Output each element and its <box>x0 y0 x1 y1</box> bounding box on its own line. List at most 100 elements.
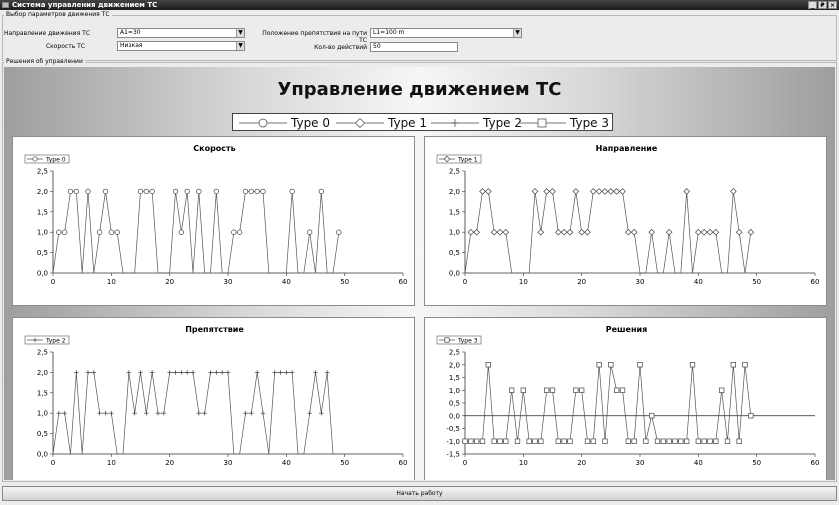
y-tick-label: 1,5 <box>449 374 460 382</box>
data-point <box>479 188 486 195</box>
data-point <box>543 188 550 195</box>
data-point <box>143 188 149 195</box>
data-point <box>138 370 143 375</box>
data-point <box>613 188 620 195</box>
data-point <box>184 188 190 195</box>
data-point <box>707 438 713 444</box>
data-point <box>324 370 330 375</box>
obstacle-select[interactable]: L1=100 m ▼ <box>370 28 522 38</box>
legend-label: Type 1 <box>387 116 427 130</box>
data-point <box>706 228 714 236</box>
data-point <box>566 228 574 236</box>
data-point <box>178 229 184 235</box>
direction-label: Направление движения ТС <box>4 30 90 37</box>
data-point <box>730 362 736 368</box>
data-point <box>97 229 103 235</box>
data-point <box>596 362 602 368</box>
x-tick-label: 40 <box>282 278 291 286</box>
decisions-group-title: Решения об управлении <box>4 58 85 65</box>
chevron-down-icon[interactable]: ▼ <box>236 42 244 50</box>
data-point <box>242 188 249 195</box>
chart-panel-obstacle: Препятствие Type 2 0,0 0,5 1,0 1,5 2,0 2,5 0 10 2… <box>12 317 415 480</box>
data-point <box>625 228 632 236</box>
data-point <box>102 188 109 195</box>
chart-speed: Type 0 0,0 0,5 1,0 1,5 2,0 2,5 0 10 20 30 40 50 60 <box>24 154 407 286</box>
close-button[interactable]: × <box>828 1 837 9</box>
y-tick-label: 0,0 <box>37 270 48 278</box>
data-point <box>712 228 720 236</box>
y-tick-label: 0,5 <box>449 249 460 257</box>
data-point <box>254 370 260 375</box>
chevron-down-icon[interactable]: ▼ <box>513 29 521 37</box>
chart-area: Управление движением ТС Type 0 Type 1 Type… <box>4 67 835 480</box>
data-point <box>683 188 690 195</box>
main-legend: Type 0 Type 1 Type 2 Type 3 <box>232 113 613 131</box>
data-point <box>496 228 504 236</box>
legend-label: Type 3 <box>569 116 609 130</box>
data-point <box>225 370 231 375</box>
data-point <box>637 362 643 368</box>
data-point <box>538 438 544 444</box>
data-point <box>742 362 748 368</box>
data-point <box>503 438 509 444</box>
y-tick-label: 2,0 <box>37 188 48 196</box>
data-point <box>108 229 114 235</box>
data-point <box>109 410 114 416</box>
data-point <box>630 228 638 236</box>
count-label: Кол-во действий <box>314 44 367 51</box>
data-point <box>666 438 672 444</box>
params-group <box>2 15 837 61</box>
data-point <box>537 228 545 236</box>
data-point <box>56 229 62 235</box>
y-tick-label: 1,0 <box>449 229 460 237</box>
x-tick-label: 30 <box>636 278 645 286</box>
data-point <box>649 413 655 419</box>
y-tick-label: 2,5 <box>449 168 460 176</box>
y-tick-label: -1,5 <box>446 451 460 459</box>
data-point <box>520 387 526 393</box>
data-point <box>91 370 97 375</box>
data-point <box>184 370 190 375</box>
data-point <box>625 438 631 444</box>
start-button[interactable]: Начать работу <box>2 486 837 501</box>
restore-button[interactable]: ₽ <box>818 1 827 9</box>
params-group-title: Выбор параметров движения ТС <box>4 11 112 18</box>
x-tick-label: 10 <box>107 459 116 467</box>
direction-select[interactable]: A1=30 ▼ <box>117 28 245 38</box>
count-input[interactable]: 50 <box>370 42 458 52</box>
data-point <box>531 188 539 195</box>
obstacle-label: Положение препятствия на пути ТС <box>262 30 367 44</box>
window-title: Система управления движением ТС <box>12 1 158 9</box>
data-point <box>336 229 342 235</box>
data-point <box>648 228 655 236</box>
data-point <box>62 229 68 235</box>
legend-marker-square <box>537 118 547 128</box>
data-point <box>126 370 132 375</box>
chevron-down-icon[interactable]: ▼ <box>236 29 244 37</box>
data-point <box>578 228 585 236</box>
data-point <box>149 370 155 375</box>
speed-select[interactable]: Низкая ▼ <box>117 41 245 51</box>
data-point <box>572 188 580 195</box>
data-point <box>272 370 277 375</box>
minimize-button[interactable]: _ <box>808 1 817 9</box>
data-point <box>514 438 521 444</box>
data-point <box>468 438 474 444</box>
y-tick-label: 2,5 <box>449 349 460 357</box>
data-point <box>85 188 91 195</box>
data-point <box>179 370 184 375</box>
x-tick-label: 40 <box>694 459 703 467</box>
data-point <box>619 387 626 393</box>
data-point <box>579 387 585 393</box>
data-point <box>155 410 161 416</box>
data-point <box>62 410 67 416</box>
chart-direction: Type 1 0,0 0,5 1,0 1,5 2,0 2,5 0 10 20 30 40 50 60 <box>436 154 819 286</box>
data-point <box>730 188 737 195</box>
data-point <box>497 438 503 444</box>
data-point <box>149 188 155 195</box>
data-point <box>695 228 702 236</box>
x-tick-label: 20 <box>165 278 174 286</box>
data-point <box>307 229 313 235</box>
window-controls: _ ₽ × <box>808 1 837 9</box>
data-point <box>654 438 661 444</box>
